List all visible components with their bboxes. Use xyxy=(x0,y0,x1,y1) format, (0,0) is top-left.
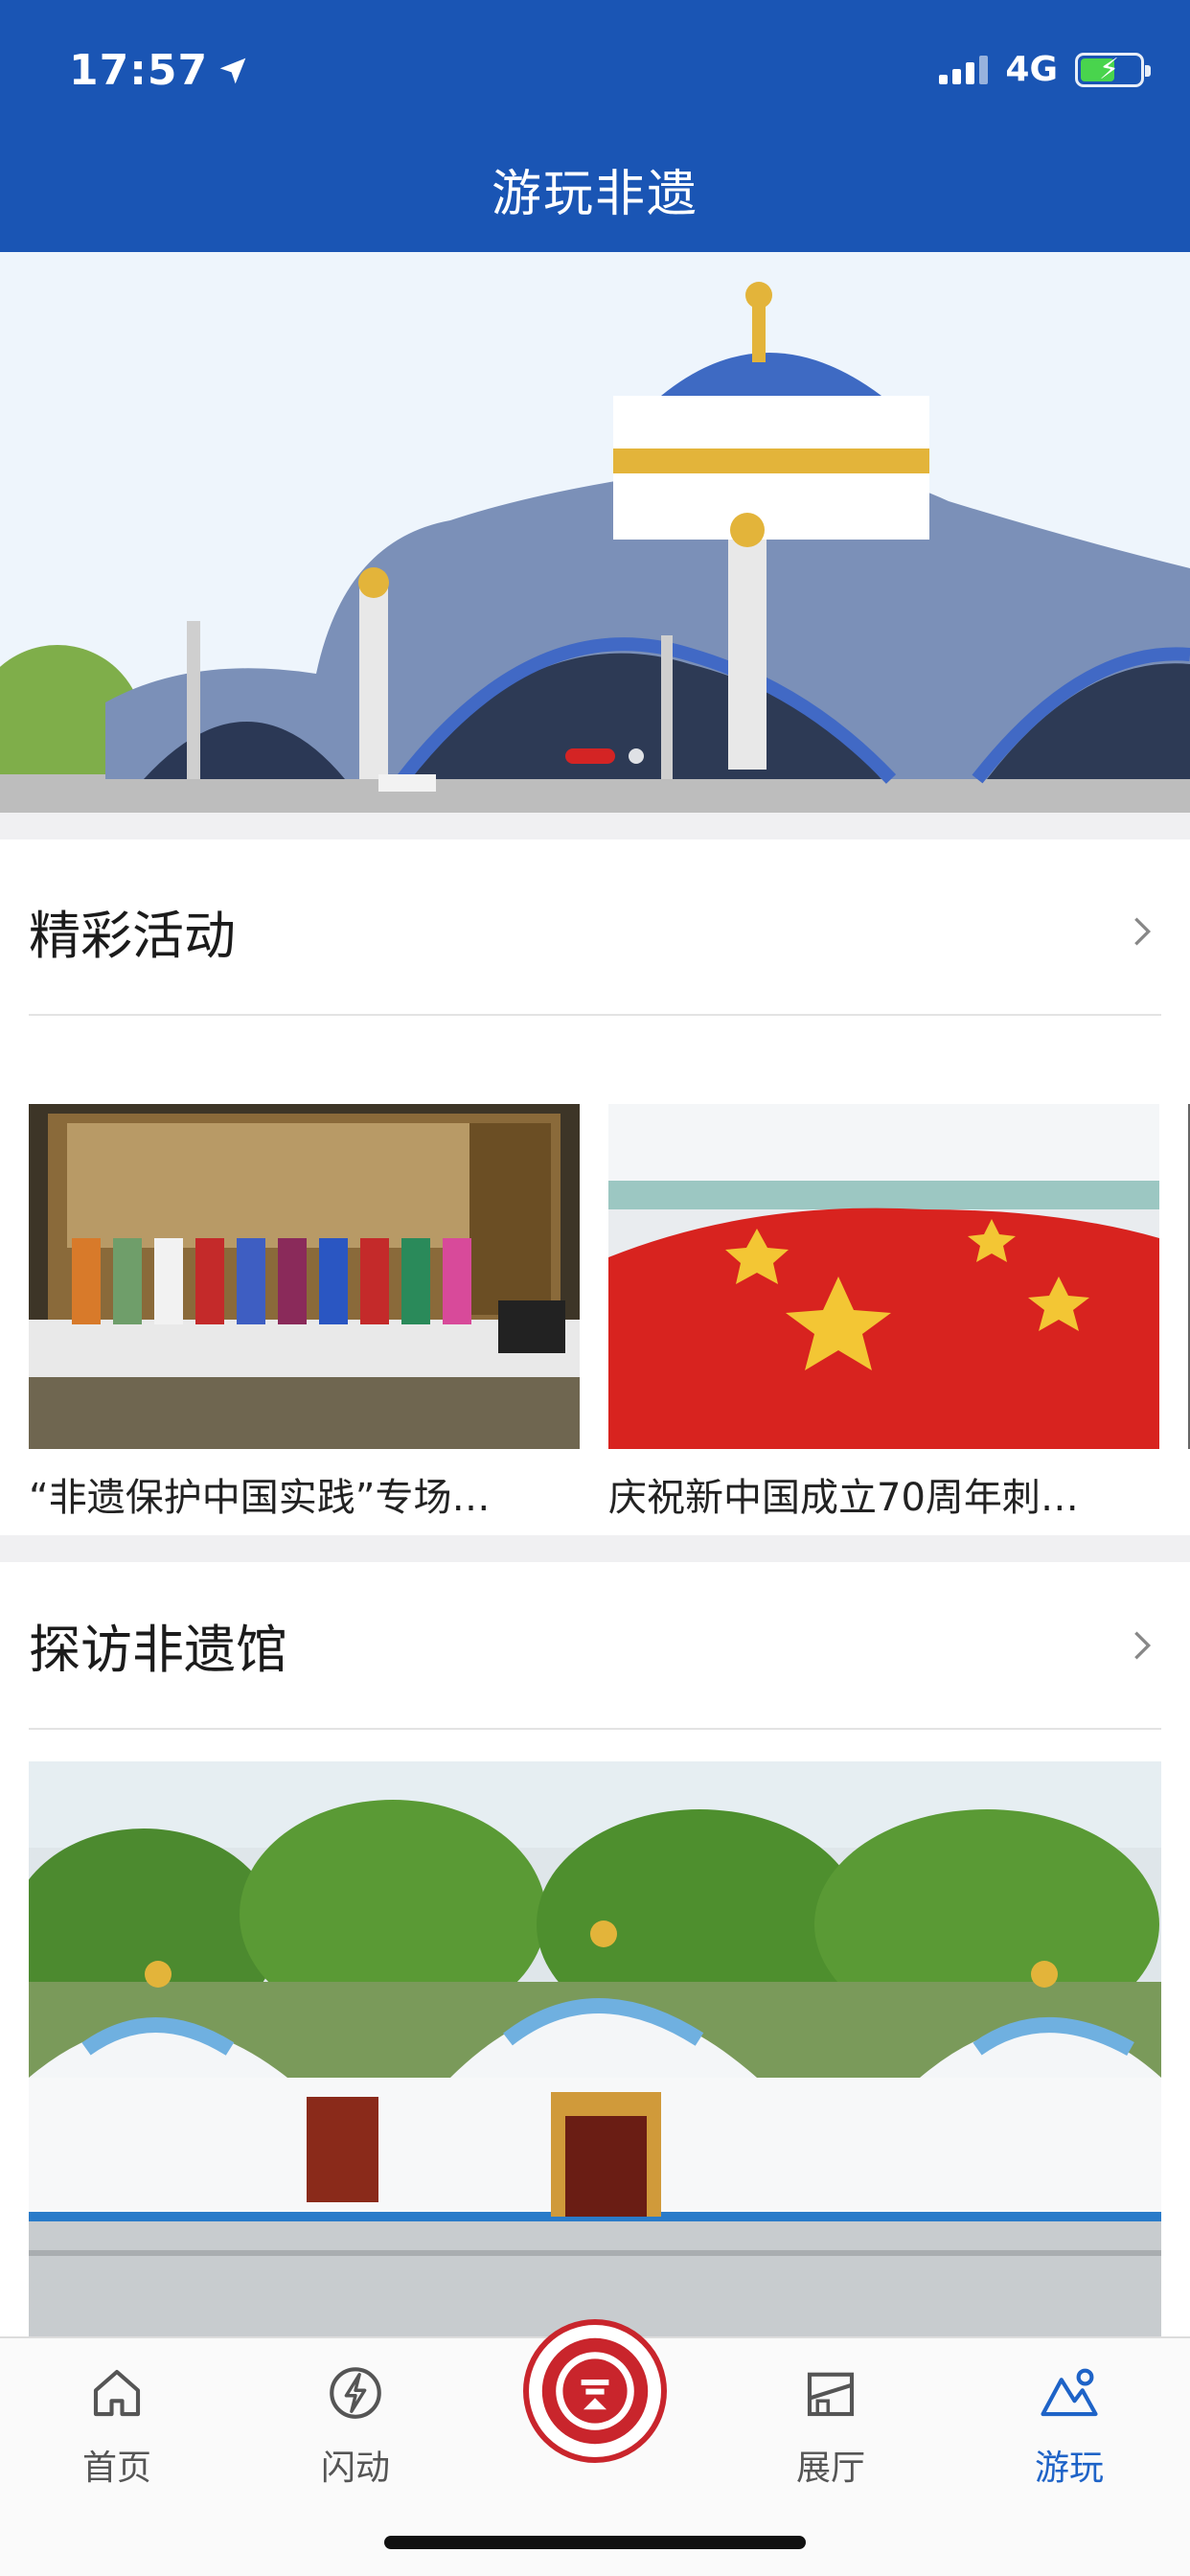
banner-image xyxy=(0,252,1190,813)
app-header: 17:57 4G ⚡ 游玩非遗 xyxy=(0,0,1190,252)
chevron-right-icon xyxy=(1134,916,1152,946)
home-indicator[interactable] xyxy=(384,2536,806,2549)
status-time-text: 17:57 xyxy=(69,46,209,95)
tab-play[interactable]: 游玩 xyxy=(997,2361,1141,2490)
center-emblem-button[interactable] xyxy=(523,2319,667,2463)
tab-flash-label: 闪动 xyxy=(320,2449,390,2488)
section-divider xyxy=(0,813,1190,840)
section-divider xyxy=(0,1535,1190,1562)
tab-flash[interactable]: 闪动 xyxy=(284,2361,427,2490)
mountain-icon xyxy=(1041,2368,1098,2417)
home-icon xyxy=(93,2369,141,2417)
tab-home-label: 首页 xyxy=(81,2449,151,2488)
museum-section-header[interactable]: 探访非遗馆 xyxy=(29,1562,1161,1730)
banner-indicator xyxy=(565,748,644,764)
battery-icon: ⚡ xyxy=(1075,52,1151,87)
chevron-right-icon xyxy=(1134,1630,1152,1660)
banner-dot xyxy=(629,748,644,764)
activity-card-image xyxy=(608,1104,1159,1449)
page-title: 游玩非遗 xyxy=(491,166,698,223)
location-arrow-icon xyxy=(219,58,246,83)
museum-section-title: 探访非遗馆 xyxy=(29,1620,287,1680)
activity-card[interactable]: “非遗保护中国实践”专场… xyxy=(29,1104,580,1516)
activities-section-title: 精彩活动 xyxy=(29,906,236,966)
museum-image[interactable] xyxy=(29,1761,1161,2336)
activities-section-header[interactable]: 精彩活动 xyxy=(29,848,1161,1016)
network-type: 4G xyxy=(1005,50,1058,89)
activity-card[interactable]: 庆祝新中国成立70周年刺… xyxy=(608,1104,1159,1516)
tab-hall-label: 展厅 xyxy=(795,2449,865,2488)
flash-icon xyxy=(330,2367,381,2419)
hero-banner[interactable] xyxy=(0,252,1190,813)
status-right: 4G ⚡ xyxy=(939,50,1151,89)
activity-card-caption: “非遗保护中国实践”专场… xyxy=(29,1476,491,1516)
banner-dot-active xyxy=(565,748,615,764)
activity-card-caption: 庆祝新中国成立70周年刺… xyxy=(608,1476,1079,1516)
activity-cards-carousel[interactable]: “非遗保护中国实践”专场… 庆祝新中国成立70周年刺… xyxy=(29,1104,1190,1516)
hall-icon xyxy=(807,2372,855,2417)
tab-hall[interactable]: 展厅 xyxy=(759,2361,903,2490)
tab-play-label: 游玩 xyxy=(1034,2449,1104,2488)
activity-card-image xyxy=(29,1104,580,1449)
center-emblem-logo xyxy=(541,2337,649,2445)
status-time: 17:57 xyxy=(69,46,248,95)
tab-home[interactable]: 首页 xyxy=(45,2361,189,2490)
signal-icon xyxy=(939,55,989,84)
